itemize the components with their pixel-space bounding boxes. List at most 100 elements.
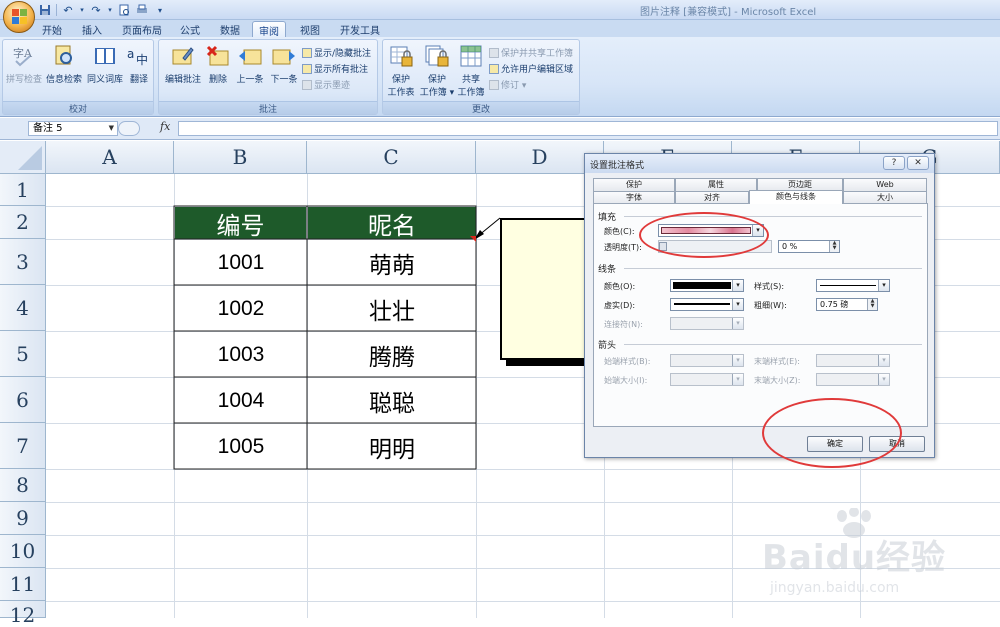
customize-icon[interactable]: ▾ [153,3,167,17]
delete-comment-label: 删除 [208,75,227,85]
line-color-dropdown[interactable]: ▾ [670,279,744,292]
row-header-11[interactable]: 11 [0,568,46,601]
tab-home[interactable]: 开始 [38,21,66,37]
select-all-corner[interactable] [0,141,46,174]
formula-input[interactable] [178,121,998,136]
formula-bar-resize-handle[interactable] [118,121,140,136]
comment-box[interactable] [500,218,592,360]
spin-arrows-icon[interactable]: ▲ ▼ [867,299,877,310]
connector-dropdown[interactable]: ▾ [670,317,744,330]
group-proofing-label: 校对 [3,101,153,115]
dialog-tab-colors-lines[interactable]: 颜色与线条 [749,190,843,204]
show-hide-comment-button[interactable]: 显示/隐藏批注 [302,46,371,59]
spelling-button[interactable]: 字A 拼写检查 [5,44,43,85]
tab-page-layout[interactable]: 页面布局 [118,21,166,37]
table-borders [173,205,477,470]
ok-button[interactable]: 确定 [807,436,863,452]
print-icon[interactable] [135,3,149,17]
end-size-dropdown[interactable]: ▾ [816,373,890,386]
share-workbook-label-2: 工作簿 [457,88,485,98]
fill-color-dropdown[interactable]: ▾ [658,224,764,237]
row-header-2[interactable]: 2 [0,206,46,239]
redo-icon[interactable]: ↷ [89,3,103,17]
begin-style-label: 始端样式(B): [604,357,651,366]
cancel-button[interactable]: 取消 [869,436,925,452]
translate-button[interactable]: a中 翻译 [125,44,153,85]
row-header-4[interactable]: 4 [0,285,46,331]
print-preview-icon[interactable] [117,3,131,17]
office-button[interactable] [3,1,35,33]
delete-comment-button[interactable]: 删除 [205,44,231,85]
tab-view[interactable]: 视图 [296,21,324,37]
row-header-10[interactable]: 10 [0,535,46,568]
dialog-tab-web[interactable]: Web [843,178,927,191]
dropdown-arrow-icon: ▾ [878,280,889,291]
svg-text:a: a [127,47,134,61]
line-weight-input[interactable]: 0.75 磅 ▲ ▼ [816,298,878,311]
save-icon[interactable] [38,3,52,17]
row-header-3[interactable]: 3 [0,239,46,285]
previous-comment-button[interactable]: 上一条 [233,44,267,85]
undo-dropdown-icon[interactable]: ▾ [79,3,85,17]
column-header-c[interactable]: C [307,141,476,174]
row-header-12[interactable]: 12 [0,601,46,627]
thesaurus-button[interactable]: 同义词库 [85,44,125,85]
tab-data[interactable]: 数据 [216,21,244,37]
protect-sheet-button[interactable]: 保护 工作表 [385,44,417,98]
transparency-slider[interactable] [658,240,772,253]
edit-comment-button[interactable]: 编辑批注 [162,44,204,85]
transparency-slider-thumb[interactable] [659,242,667,251]
allow-edit-ranges-button[interactable]: 允许用户编辑区域 [489,62,573,75]
line-dash-sample [674,303,730,305]
tab-insert[interactable]: 插入 [78,21,106,37]
track-changes-button[interactable]: 修订 ▾ [489,78,526,91]
row-header-9[interactable]: 9 [0,502,46,535]
show-ink-button[interactable]: 显示墨迹 [302,78,350,91]
line-style-label: 样式(S): [754,282,785,291]
research-button[interactable]: 信息检索 [45,44,83,85]
line-dash-dropdown[interactable]: ▾ [670,298,744,311]
dropdown-arrow-icon: ▾ [878,374,889,385]
dialog-close-button[interactable]: ✕ [907,156,929,170]
spin-arrows-icon[interactable]: ▲ ▼ [829,241,839,252]
next-comment-button[interactable]: 下一条 [267,44,301,85]
group-comments-label: 批注 [159,101,377,115]
redo-dropdown-icon[interactable]: ▾ [107,3,113,17]
qat-separator [56,4,57,16]
tab-developer[interactable]: 开发工具 [336,21,384,37]
line-style-dropdown[interactable]: ▾ [816,279,890,292]
insert-function-icon[interactable]: fx [160,120,170,133]
dialog-tab-protection[interactable]: 保护 [593,178,675,191]
begin-size-dropdown[interactable]: ▾ [670,373,744,386]
dialog-tab-properties[interactable]: 属性 [675,178,757,191]
row-header-5[interactable]: 5 [0,331,46,377]
row-header-8[interactable]: 8 [0,469,46,502]
protect-share-workbook-button[interactable]: 保护并共享工作簿 [489,46,573,59]
begin-style-dropdown[interactable]: ▾ [670,354,744,367]
line-style-sample [820,285,876,286]
tab-review[interactable]: 审阅 [252,21,286,38]
show-ink-icon [302,79,312,90]
dialog-help-button[interactable]: ? [883,156,905,170]
formula-bar: 备注 5 ▼ fx [0,118,1000,140]
row-header-1[interactable]: 1 [0,174,46,206]
tab-formulas[interactable]: 公式 [176,21,204,37]
end-style-dropdown[interactable]: ▾ [816,354,890,367]
column-header-a[interactable]: A [46,141,174,174]
name-box[interactable]: 备注 5 ▼ [28,121,118,136]
share-workbook-button[interactable]: 共享 工作簿 [455,44,487,98]
share-workbook-icon [459,44,483,68]
name-box-dropdown-icon[interactable]: ▼ [109,122,114,135]
show-all-comments-button[interactable]: 显示所有批注 [302,62,368,75]
transparency-input[interactable]: 0 % ▲ ▼ [778,240,840,253]
dialog-panel: 填充 颜色(C): ▾ 透明度(T): 0 % ▲ ▼ 线条 颜色(O): ▾ 样… [593,203,928,427]
allow-edit-ranges-icon [489,63,499,74]
column-header-b[interactable]: B [174,141,307,174]
protect-workbook-icon [425,44,449,68]
row-header-7[interactable]: 7 [0,423,46,469]
previous-comment-icon [238,44,262,68]
undo-icon[interactable]: ↶ [61,3,75,17]
format-comment-dialog: 设置批注格式 ? ✕ 保护 属性 页边距 Web 字体 对齐 颜色与线条 大小 … [584,153,935,458]
protect-workbook-button[interactable]: 保护 工作簿 ▾ [419,44,455,98]
row-header-6[interactable]: 6 [0,377,46,423]
